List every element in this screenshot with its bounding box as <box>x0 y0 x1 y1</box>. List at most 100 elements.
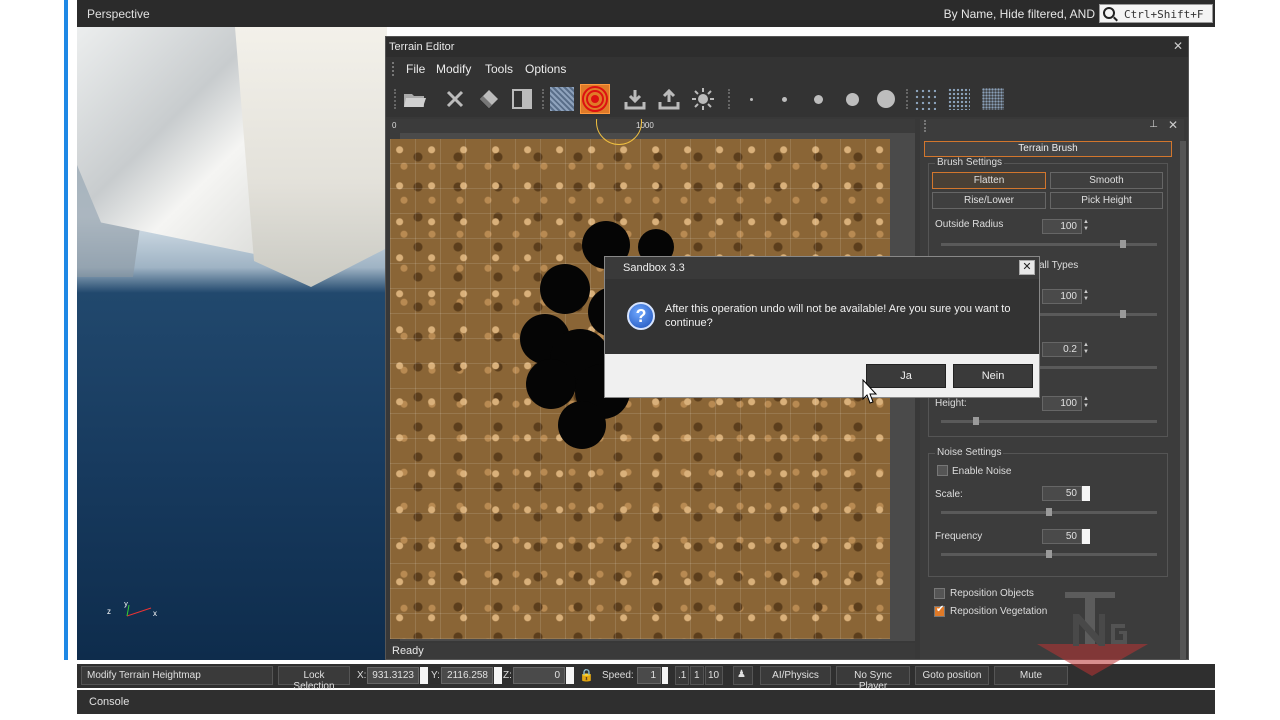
search-icon <box>1103 7 1115 19</box>
menu-modify[interactable]: Modify <box>436 62 471 76</box>
close-icon[interactable]: ✕ <box>1168 118 1178 132</box>
y-label: Y: <box>431 670 440 681</box>
enable-noise-label: Enable Noise <box>952 466 1012 477</box>
noise-settings-group: Noise Settings Enable Noise Scale: 50 Fr… <box>928 447 1168 577</box>
reposition-vegetation-checkbox[interactable] <box>934 604 945 617</box>
slider-knob[interactable] <box>1119 240 1126 248</box>
close-icon[interactable]: ✕ <box>1019 260 1035 275</box>
frequency-label: Frequency <box>935 531 983 542</box>
hardness-stepper[interactable]: ▲ ▼ <box>1083 342 1089 356</box>
half-square-icon[interactable] <box>507 84 537 114</box>
mouse-pointer-icon <box>862 378 878 408</box>
hardness-input[interactable]: 0.2 <box>1042 342 1082 357</box>
player-icon[interactable]: ♟ <box>733 666 753 685</box>
viewport-header: Perspective By Name, Hide filtered, AND … <box>77 0 1215 27</box>
menu-tools[interactable]: Tools <box>485 62 513 76</box>
speed-input[interactable]: 1 <box>637 667 661 684</box>
height-slider[interactable] <box>941 417 1157 425</box>
3d-viewport[interactable]: z y x <box>77 27 387 660</box>
slider-knob[interactable] <box>1119 310 1126 318</box>
x-label: X: <box>357 670 367 681</box>
height-input[interactable]: 100 <box>1042 396 1082 411</box>
console-bar[interactable]: Console <box>77 690 1215 714</box>
smooth-button[interactable]: Smooth <box>1050 172 1163 189</box>
x-coordinate-input[interactable]: 931.3123 <box>367 667 419 684</box>
import-icon[interactable] <box>620 84 650 114</box>
outside-radius-stepper[interactable]: ▲ ▼ <box>1083 219 1089 233</box>
scale-input[interactable]: 50 <box>1042 486 1082 501</box>
slider-knob[interactable] <box>1046 508 1052 516</box>
no-button[interactable]: Nein <box>953 364 1033 388</box>
brush-size-1-icon[interactable] <box>736 84 766 114</box>
types-label: all Types <box>1039 260 1079 271</box>
yes-button[interactable]: Ja <box>866 364 946 388</box>
flatten-button[interactable]: Flatten <box>932 172 1046 189</box>
inside-radius-stepper[interactable]: ▲ ▼ <box>1083 289 1089 303</box>
no-sync-player-button[interactable]: No Sync Player <box>836 666 910 692</box>
frequency-slider[interactable] <box>941 550 1157 558</box>
z-coordinate-input[interactable]: 0 <box>513 667 565 684</box>
dialog-body: ? After this operation undo will not be … <box>605 279 1039 354</box>
sun-icon[interactable] <box>688 84 718 114</box>
water-texture-icon[interactable] <box>547 84 577 114</box>
brush-size-5-icon[interactable] <box>871 84 901 114</box>
lock-selection-button[interactable]: Lock Selection <box>278 666 350 692</box>
search-input[interactable]: Ctrl+Shift+F <box>1099 4 1213 23</box>
export-icon[interactable] <box>654 84 684 114</box>
slider-knob[interactable] <box>972 417 979 425</box>
open-folder-icon[interactable] <box>400 84 430 114</box>
lock-icon[interactable]: 🔒 <box>579 668 594 682</box>
menu-file[interactable]: File <box>406 62 425 76</box>
panel-title[interactable]: Terrain Brush <box>924 141 1172 157</box>
enable-noise-checkbox[interactable] <box>937 465 948 476</box>
ai-physics-button[interactable]: AI/Physics <box>760 666 831 685</box>
brush-size-3-icon[interactable] <box>803 84 833 114</box>
goto-position-button[interactable]: Goto position <box>915 666 989 685</box>
mode-label: Modify Terrain Heightmap <box>81 666 273 685</box>
ruler-top: 0 1000 <box>390 119 915 133</box>
filter-label[interactable]: By Name, Hide filtered, AND <box>944 7 1095 21</box>
left-margin <box>0 0 77 720</box>
confirm-dialog: Sandbox 3.3 ✕ ? After this operation und… <box>604 256 1040 398</box>
terrain-editor-titlebar[interactable]: Terrain Editor ✕ <box>386 37 1188 57</box>
toolbar <box>386 81 1188 117</box>
grid-large-icon[interactable] <box>978 84 1008 114</box>
y-coordinate-input[interactable]: 2116.258 <box>441 667 493 684</box>
speed-preset-10[interactable]: 10 <box>705 666 723 685</box>
slider-knob[interactable] <box>1046 550 1052 558</box>
height-stepper[interactable]: ▲ ▼ <box>1083 396 1089 410</box>
grid-small-icon[interactable] <box>910 84 940 114</box>
frequency-input[interactable]: 50 <box>1042 529 1082 544</box>
console-output <box>77 714 1215 720</box>
speed-preset-0.1[interactable]: .1 <box>675 666 689 685</box>
axis-gizmo-icon: z y x <box>107 599 167 624</box>
noise-settings-title: Noise Settings <box>935 447 1004 458</box>
reposition-objects-checkbox[interactable] <box>934 588 945 599</box>
pick-height-button[interactable]: Pick Height <box>1050 192 1163 209</box>
close-icon[interactable]: ✕ <box>1173 39 1183 53</box>
outside-radius-label: Outside Radius <box>935 219 1004 230</box>
panel-scrollbar[interactable] <box>1180 141 1186 659</box>
menu-options[interactable]: Options <box>525 62 566 76</box>
outside-radius-input[interactable]: 100 <box>1042 219 1082 234</box>
speed-preset-1[interactable]: 1 <box>690 666 704 685</box>
brush-size-4-icon[interactable] <box>837 84 867 114</box>
delete-icon[interactable] <box>440 84 470 114</box>
scale-label: Scale: <box>935 489 963 500</box>
menu-bar: File Modify Tools Options <box>386 57 1188 81</box>
outside-radius-slider[interactable] <box>941 240 1157 248</box>
inside-radius-input[interactable]: 100 <box>1042 289 1082 304</box>
grid-medium-icon[interactable] <box>944 84 974 114</box>
grip-icon[interactable] <box>392 62 395 76</box>
scale-slider[interactable] <box>941 508 1157 516</box>
dialog-titlebar[interactable]: Sandbox 3.3 ✕ <box>605 257 1039 279</box>
brush-settings-title: Brush Settings <box>935 157 1005 168</box>
status-bar: Ready <box>390 643 915 659</box>
brush-size-2-icon[interactable] <box>769 84 799 114</box>
pin-icon[interactable]: ⊥ <box>1149 119 1158 130</box>
eraser-icon[interactable] <box>474 84 504 114</box>
terrain-brush-icon[interactable] <box>580 84 610 114</box>
console-title: Console <box>89 696 130 708</box>
search-shortcut: Ctrl+Shift+F <box>1124 8 1204 21</box>
rise-lower-button[interactable]: Rise/Lower <box>932 192 1046 209</box>
